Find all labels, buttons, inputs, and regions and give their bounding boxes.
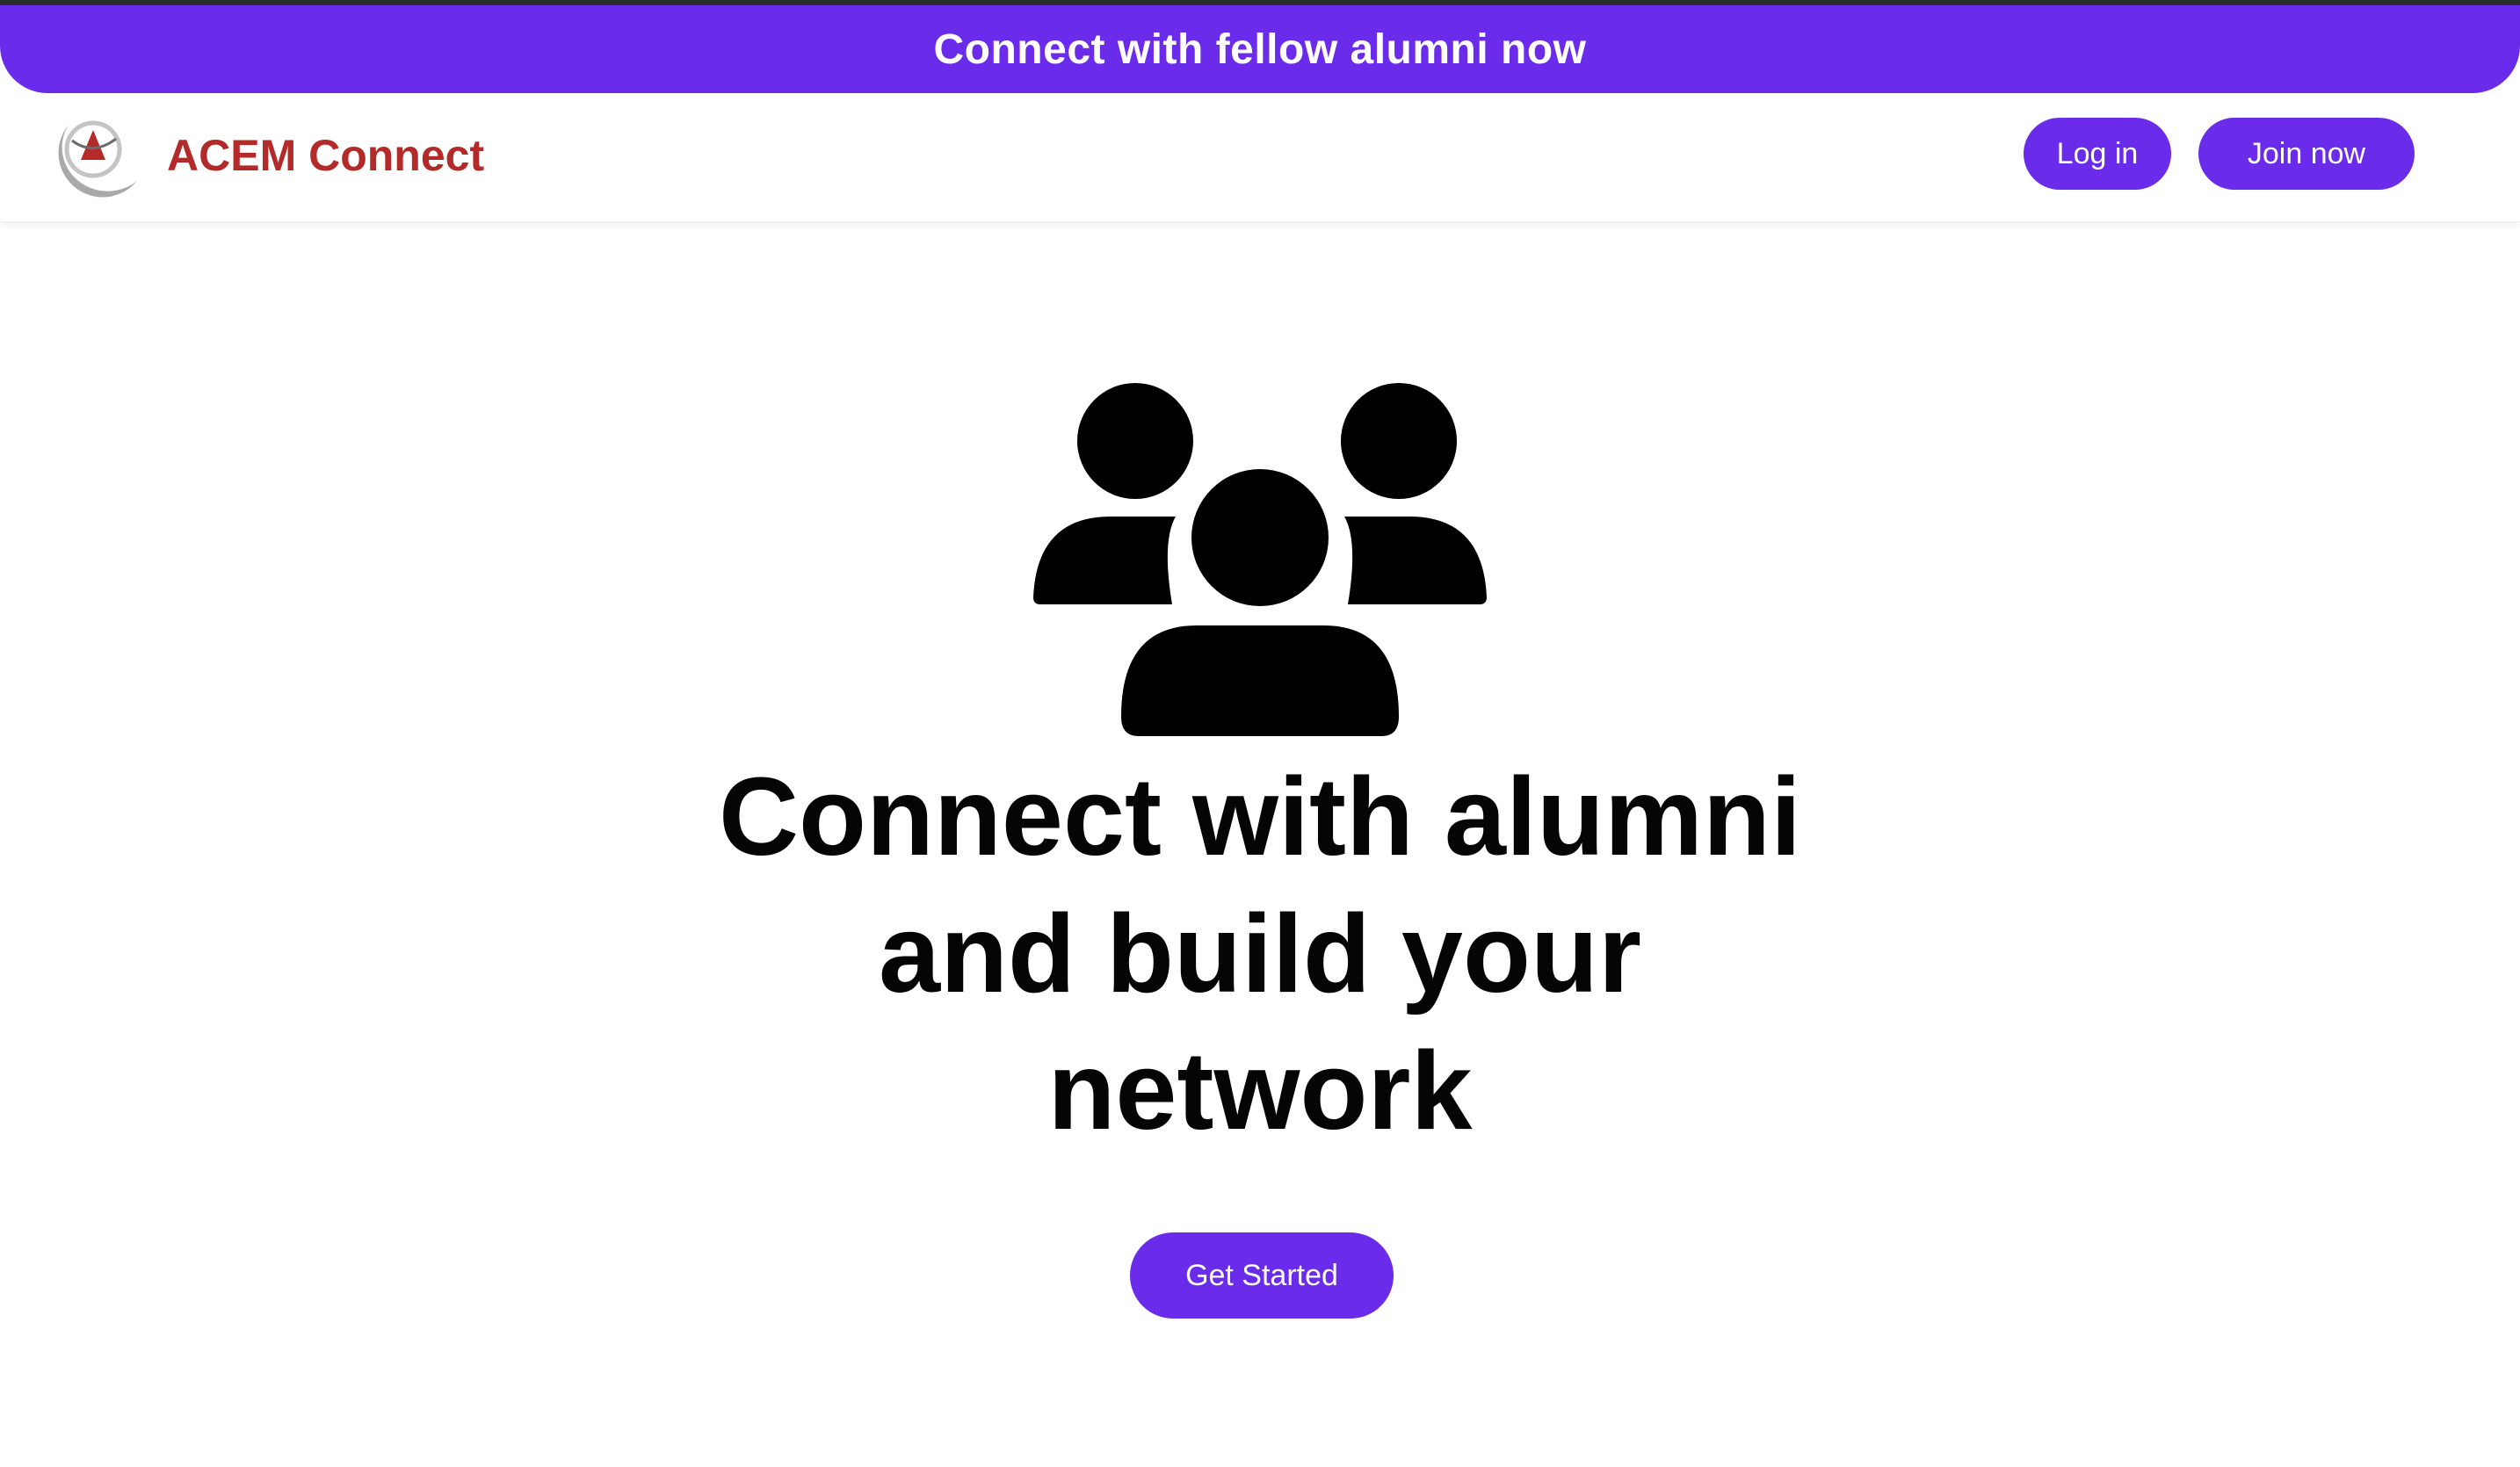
brand-name[interactable]: ACEM Connect: [167, 130, 484, 181]
hero-title-line: network: [1047, 1029, 1473, 1153]
banner-text: Connect with fellow alumni now: [933, 25, 1587, 73]
login-button[interactable]: Log in: [2024, 118, 2171, 190]
join-now-button[interactable]: Join now: [2198, 118, 2415, 190]
navbar: ACEM Connect Log in Join now: [0, 93, 2520, 222]
users-group-icon: [1033, 383, 1487, 736]
acem-logo[interactable]: [42, 107, 144, 209]
hero-title-line: Connect with alumni: [718, 755, 1801, 878]
promo-banner: Connect with fellow alumni now: [0, 5, 2520, 93]
hero-title-line: and build your: [879, 892, 1641, 1015]
get-started-button[interactable]: Get Started: [1130, 1232, 1394, 1319]
hero-title: Connect with alumni and build your netwo…: [557, 748, 1963, 1160]
